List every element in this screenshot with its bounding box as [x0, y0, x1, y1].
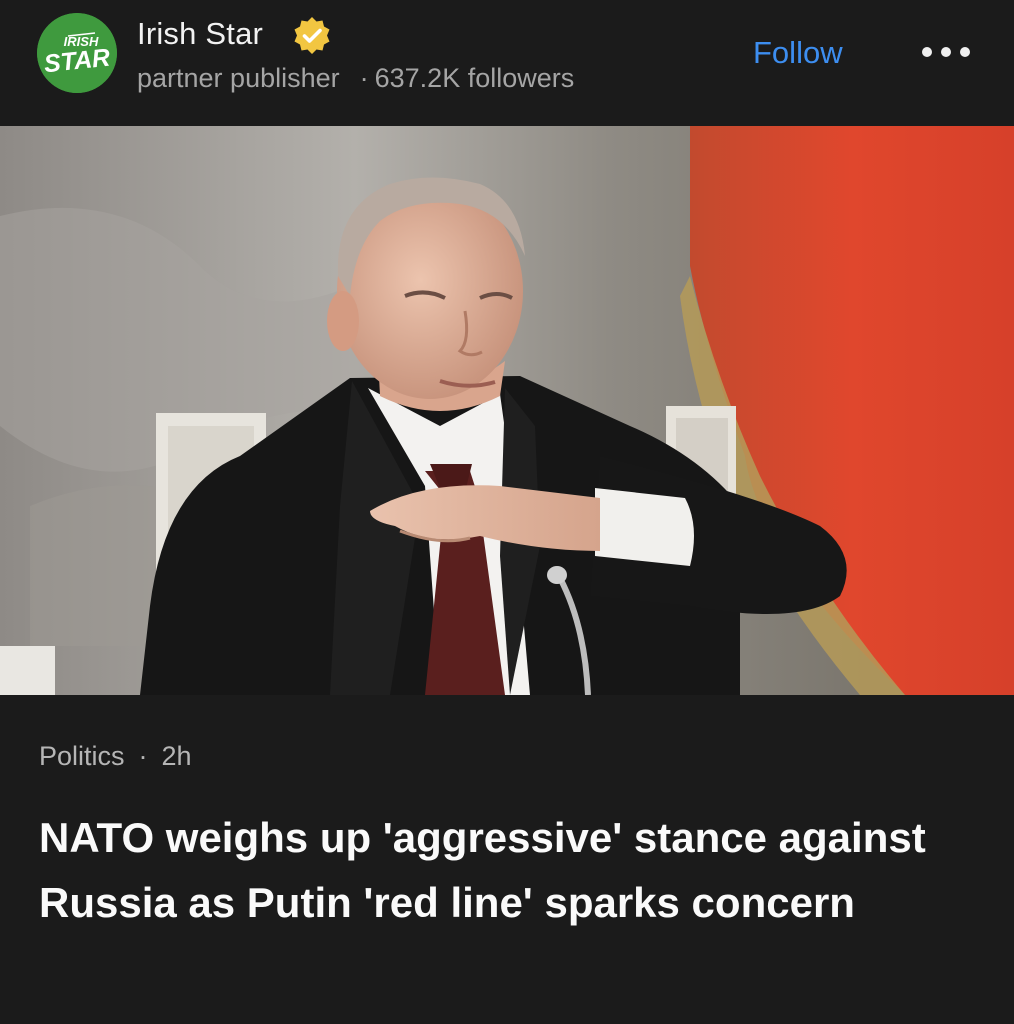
article-category[interactable]: Politics: [39, 741, 125, 771]
meta-dot-separator: ·: [359, 63, 369, 93]
publisher-role: partner publisher: [137, 63, 340, 93]
publisher-header: IRISH STAR Irish Star partner publisher ·…: [0, 0, 1014, 126]
publisher-logo[interactable]: IRISH STAR: [37, 13, 117, 93]
article-card[interactable]: IRISH STAR Irish Star partner publisher ·…: [0, 0, 1014, 1024]
follow-button[interactable]: Follow: [753, 35, 843, 71]
article-time: 2h: [161, 741, 192, 771]
publisher-followers: 637.2K followers: [374, 63, 575, 93]
article-image[interactable]: [0, 126, 1014, 695]
article-meta: Politics · 2h: [39, 741, 192, 772]
article-headline[interactable]: NATO weighs up 'aggressive' stance again…: [39, 805, 989, 935]
meta-separator: ·: [138, 741, 148, 771]
more-options-icon[interactable]: [922, 44, 970, 60]
verified-badge-icon: [294, 17, 330, 54]
publisher-meta: partner publisher · 637.2K followers: [137, 63, 574, 94]
publisher-name[interactable]: Irish Star: [137, 16, 263, 52]
